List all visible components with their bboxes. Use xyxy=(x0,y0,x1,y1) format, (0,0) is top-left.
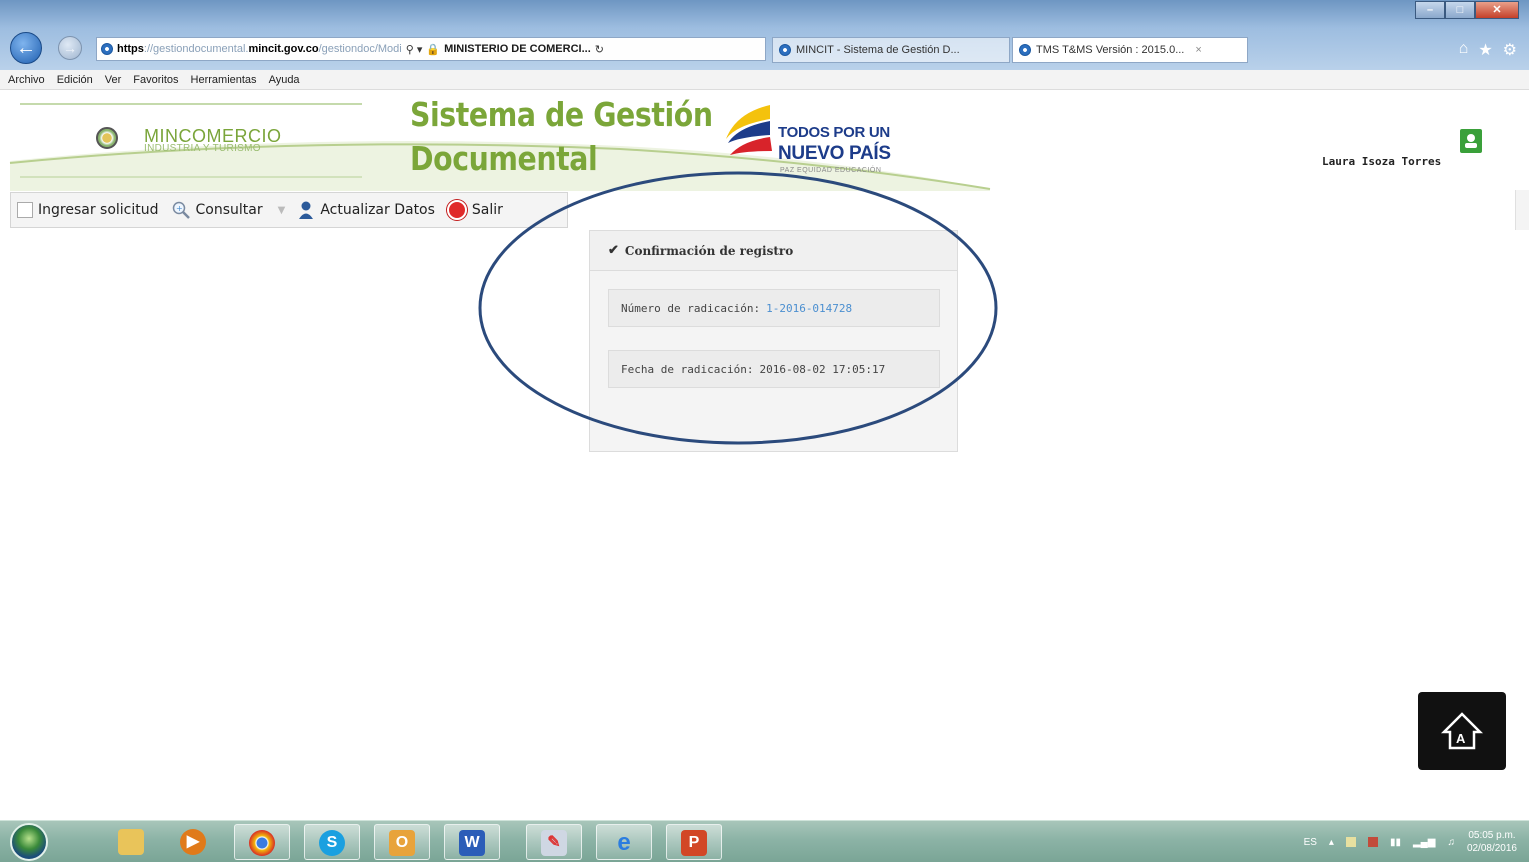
tab-tms[interactable]: TMS T&MS Versión : 2015.0... × xyxy=(1012,37,1248,63)
system-tray: ES ▴ ▮▮ ▂▄▆ ♫ 05:05 p.m. 02/08/2016 xyxy=(1304,821,1517,863)
menu-ayuda[interactable]: Ayuda xyxy=(269,74,300,86)
minimize-button[interactable]: – xyxy=(1415,1,1445,19)
window-controls: – □ ✕ xyxy=(1415,1,1519,19)
url-prefix: ://gestiondocumental. xyxy=(143,43,249,55)
taskbar-media-player[interactable]: ▶ xyxy=(166,824,222,860)
menu-archivo[interactable]: Archivo xyxy=(8,74,45,86)
taskbar-word[interactable]: W xyxy=(444,824,500,860)
url-scheme: https xyxy=(117,43,144,55)
ingresar-solicitud-button[interactable]: Ingresar solicitud xyxy=(11,193,165,227)
taskbar-outlook[interactable]: O xyxy=(374,824,430,860)
chevron-down-icon: ▼ xyxy=(277,204,286,216)
chrome-icon xyxy=(249,830,275,856)
user-profile-button[interactable] xyxy=(1460,129,1482,153)
settings-gear-icon[interactable]: ⚙ xyxy=(1503,40,1517,60)
refresh-icon[interactable]: ↻ xyxy=(595,43,604,56)
language-indicator[interactable]: ES xyxy=(1304,837,1317,848)
menu-favoritos[interactable]: Favoritos xyxy=(133,74,178,86)
taskbar-chrome[interactable] xyxy=(234,824,290,860)
user-icon xyxy=(299,201,314,219)
actualizar-label: Actualizar Datos xyxy=(320,202,435,218)
app-title-line1: Sistema de Gestión xyxy=(410,95,713,134)
windows-taskbar: ▶ S O W ✎ e P ES ▴ ▮▮ ▂▄▆ ♫ 05:05 p.m. 0… xyxy=(0,820,1529,862)
power-off-icon xyxy=(446,200,467,220)
consultar-label: Consultar xyxy=(195,202,263,218)
signal-icon[interactable]: ▂▄▆ xyxy=(1413,837,1435,848)
network-icon[interactable]: ▮▮ xyxy=(1390,837,1401,848)
annotation-ellipse xyxy=(478,171,998,445)
zoom-search-icon: + xyxy=(172,201,190,219)
scroll-top-button[interactable]: A xyxy=(1418,692,1506,770)
page-favicon-icon xyxy=(101,43,113,55)
tab-favicon-icon xyxy=(779,44,791,56)
site-identity[interactable]: MINISTERIO DE COMERCI... xyxy=(444,43,591,55)
taskbar-explorer[interactable] xyxy=(104,824,160,860)
lock-icon: 🔒 xyxy=(426,43,441,56)
gov-slogan-line1: TODOS POR UN xyxy=(778,124,890,141)
ministry-seal-icon xyxy=(96,127,118,149)
powerpoint-icon: P xyxy=(681,830,707,856)
maximize-button[interactable]: □ xyxy=(1445,1,1475,19)
search-icon[interactable]: ⚲ ▾ xyxy=(406,43,423,56)
gov-slogan-line2: NUEVO PAÍS xyxy=(778,143,891,164)
menu-bar: Archivo Edición Ver Favoritos Herramient… xyxy=(0,70,1529,90)
svg-text:+: + xyxy=(176,204,183,213)
scroll-up-arrow-icon: A xyxy=(1440,712,1484,750)
back-button[interactable]: ← xyxy=(10,32,42,64)
address-bar[interactable]: https://gestiondocumental. mincit.gov.co /… xyxy=(96,37,766,61)
folder-icon xyxy=(118,829,144,855)
favorites-star-icon[interactable]: ★ xyxy=(1478,40,1492,60)
menu-ver[interactable]: Ver xyxy=(105,74,122,86)
taskbar-paint[interactable]: ✎ xyxy=(526,824,582,860)
volume-icon[interactable]: ♫ xyxy=(1447,837,1455,848)
outlook-icon: O xyxy=(389,830,415,856)
consultar-dropdown[interactable]: + Consultar ▼ xyxy=(165,193,292,227)
word-icon: W xyxy=(459,830,485,856)
tab-label: MINCIT - Sistema de Gestión D... xyxy=(796,44,960,56)
gov-flag-logo-icon xyxy=(726,105,772,155)
svg-text:A: A xyxy=(1456,731,1466,746)
url-path: /gestiondoc/Modi xyxy=(318,43,402,55)
right-edge-panel xyxy=(1515,190,1529,230)
tab-favicon-icon xyxy=(1019,44,1031,56)
tab-close-icon[interactable]: × xyxy=(1195,44,1201,56)
ingresar-label: Ingresar solicitud xyxy=(38,202,159,218)
checkbox-icon xyxy=(17,202,33,218)
browser-titlebar: ← → https://gestiondocumental. mincit.gov… xyxy=(0,0,1529,70)
menu-edicion[interactable]: Edición xyxy=(57,74,93,86)
taskbar-powerpoint[interactable]: P xyxy=(666,824,722,860)
url-host: mincit.gov.co xyxy=(248,43,319,55)
ie-icon: e xyxy=(617,829,631,856)
notification-icon[interactable] xyxy=(1345,837,1356,847)
user-name: Laura Isoza Torres xyxy=(1322,155,1442,168)
skype-icon: S xyxy=(319,830,345,856)
actualizar-datos-button[interactable]: Actualizar Datos xyxy=(291,193,441,227)
clock-date: 02/08/2016 xyxy=(1466,843,1517,854)
home-icon[interactable]: ⌂ xyxy=(1459,40,1469,60)
start-button[interactable] xyxy=(10,823,48,861)
menu-herramientas[interactable]: Herramientas xyxy=(191,74,257,86)
taskbar-skype[interactable]: S xyxy=(304,824,360,860)
tray-expand-icon[interactable]: ▴ xyxy=(1329,837,1334,848)
forward-button[interactable]: → xyxy=(58,36,82,60)
media-player-icon: ▶ xyxy=(180,829,206,855)
clock-time: 05:05 p.m. xyxy=(1468,830,1516,841)
tab-mincit[interactable]: MINCIT - Sistema de Gestión D... xyxy=(772,37,1010,63)
close-button[interactable]: ✕ xyxy=(1475,1,1519,19)
action-center-flag-icon[interactable] xyxy=(1367,837,1378,847)
tab-label: TMS T&MS Versión : 2015.0... xyxy=(1036,44,1185,56)
browser-icons: ⌂ ★ ⚙ xyxy=(1459,40,1517,60)
taskbar-internet-explorer[interactable]: e xyxy=(596,824,652,860)
ministry-subtitle: INDUSTRIA Y TURISMO xyxy=(144,143,261,154)
system-clock[interactable]: 05:05 p.m. 02/08/2016 xyxy=(1467,829,1517,855)
paint-icon: ✎ xyxy=(541,830,567,856)
